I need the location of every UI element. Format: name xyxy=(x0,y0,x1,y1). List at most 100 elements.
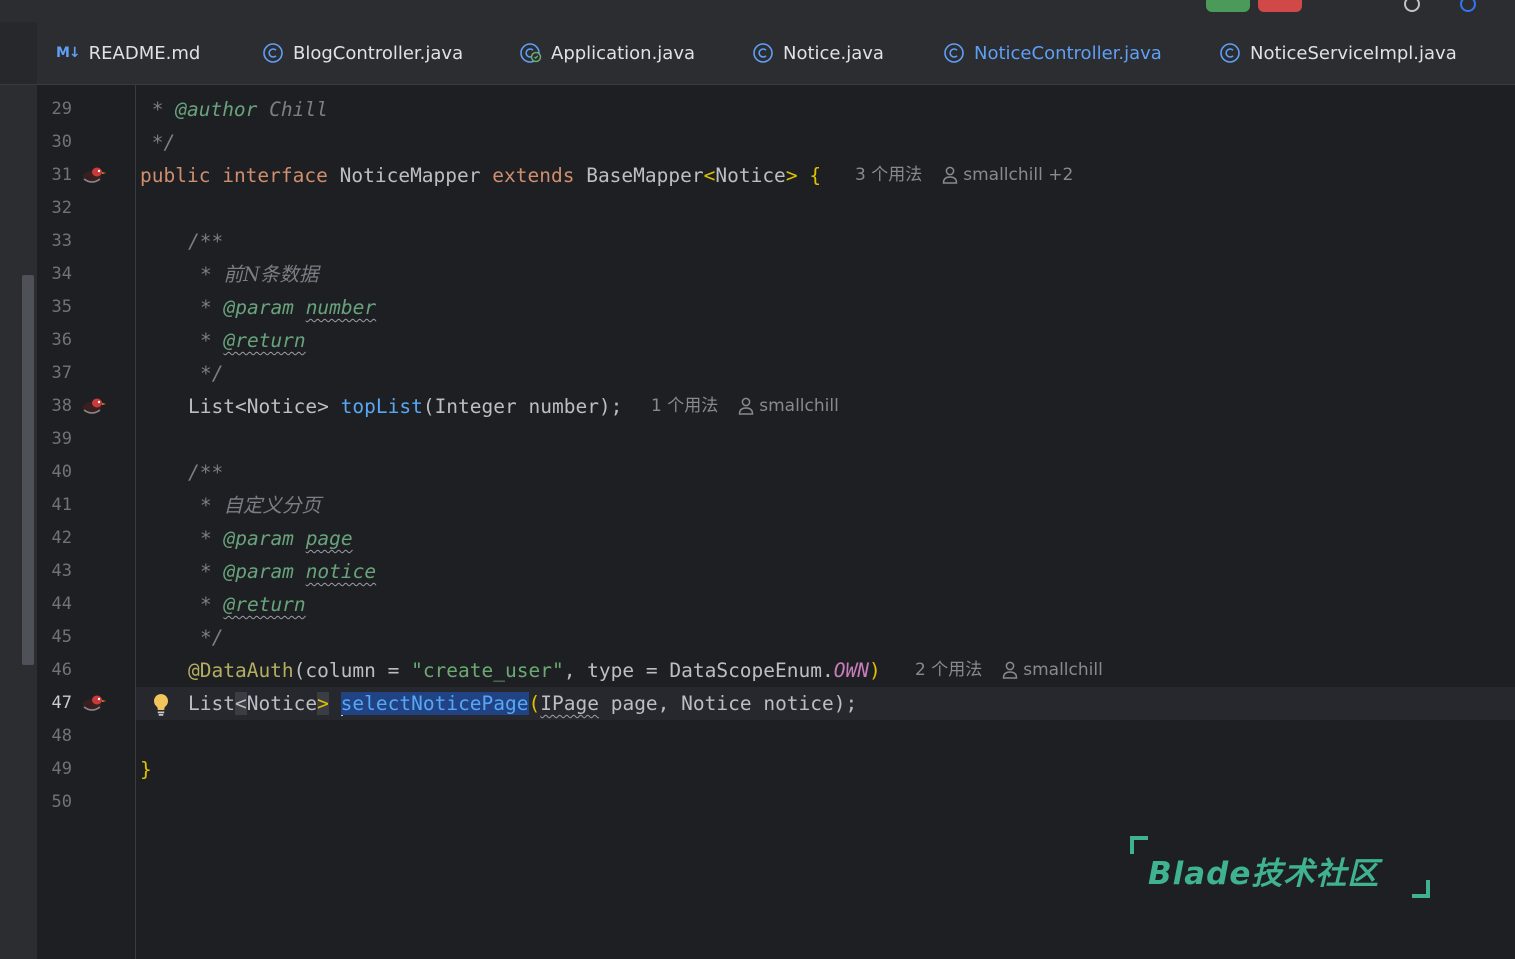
line-number: 45 xyxy=(51,627,72,647)
paren: ( xyxy=(528,692,541,715)
usage-hint[interactable]: 1 个用法 smallchill xyxy=(651,390,839,423)
tab-label: Notice.java xyxy=(783,42,884,64)
scrollbar-thumb[interactable] xyxy=(22,275,34,665)
line-number: 40 xyxy=(51,462,72,482)
javadoc-param-name: number xyxy=(305,296,377,319)
code-line-38[interactable]: List<Notice> topList(Integer number); xyxy=(188,390,622,423)
code-line-41[interactable]: * 自定义分页 xyxy=(200,489,321,522)
code-line-46[interactable]: @DataAuth(column = "create_user", type =… xyxy=(188,654,881,687)
markdown-icon: M↓ xyxy=(56,45,81,61)
usages-count[interactable]: 1 个用法 xyxy=(651,396,718,416)
code-line-49[interactable]: } xyxy=(140,753,152,786)
class-icon xyxy=(262,42,284,64)
code-line-45[interactable]: */ xyxy=(200,621,223,654)
annotation-args: (column = xyxy=(293,659,412,682)
line-number: 38 xyxy=(51,396,72,416)
code-line-40[interactable]: /** xyxy=(188,456,223,489)
line-number: 39 xyxy=(51,429,72,449)
mybatis-bird-icon[interactable] xyxy=(81,165,107,185)
person-icon xyxy=(1002,661,1018,679)
line-number: 36 xyxy=(51,330,72,350)
javadoc-param-name: page xyxy=(305,527,353,550)
code-line-43[interactable]: * @param notice xyxy=(200,555,376,588)
code-line-44[interactable]: * @return xyxy=(200,588,306,621)
usage-hint[interactable]: 3 个用法 smallchill +2 xyxy=(855,159,1073,192)
keyword: public xyxy=(140,164,211,187)
editor-tab-bar: M↓ README.md BlogController.java Applica… xyxy=(0,22,1515,104)
generic-bracket: > xyxy=(785,164,798,187)
usage-hint[interactable]: 2 个用法 smallchill xyxy=(915,654,1103,687)
line-number: 33 xyxy=(51,231,72,251)
generic-bracket: < xyxy=(703,164,716,187)
code-line-36[interactable]: * @return xyxy=(200,324,306,357)
code-line-29[interactable]: * @author Chill xyxy=(140,93,328,126)
left-tool-strip xyxy=(0,85,38,959)
tab-blog-controller[interactable]: BlogController.java xyxy=(262,22,463,84)
comment-text: * xyxy=(200,560,224,583)
param-type: IPage xyxy=(540,692,599,715)
author-name[interactable]: smallchill xyxy=(1023,660,1103,680)
author-name[interactable]: smallchill xyxy=(759,396,839,416)
type-name: Notice xyxy=(715,164,786,187)
comment-text: * xyxy=(200,527,224,550)
comment-text: * xyxy=(200,263,224,286)
javadoc-tag: @param xyxy=(223,296,294,319)
javadoc-param-name: notice xyxy=(305,560,377,583)
code-line-31[interactable]: public interface NoticeMapper extends Ba… xyxy=(140,159,821,192)
comment-text: Chill xyxy=(257,98,328,121)
line-number: 42 xyxy=(51,528,72,548)
lightbulb-icon[interactable] xyxy=(152,693,170,717)
comment-text: /** xyxy=(188,230,224,253)
code-line-37[interactable]: */ xyxy=(200,357,223,390)
code-line-30[interactable]: */ xyxy=(140,126,176,159)
comment-text: * xyxy=(200,593,224,616)
usages-count[interactable]: 2 个用法 xyxy=(915,660,982,680)
tab-application[interactable]: Application.java xyxy=(520,22,695,84)
run-config-icon[interactable] xyxy=(1206,0,1250,12)
tab-label: README.md xyxy=(88,42,201,64)
base-type: BaseMapper xyxy=(586,164,704,187)
tab-notice[interactable]: Notice.java xyxy=(752,22,884,84)
return-type: List<Notice> xyxy=(188,395,329,418)
code-editor[interactable]: * @author Chill */ public interface Noti… xyxy=(136,85,1515,959)
mybatis-bird-icon[interactable] xyxy=(81,693,107,713)
search-everywhere-icon[interactable] xyxy=(1404,0,1420,12)
generic-bracket-match: < xyxy=(234,692,247,715)
tab-bar-gutter xyxy=(0,22,37,84)
tab-readme[interactable]: M↓ README.md xyxy=(56,22,200,84)
account-icon[interactable] xyxy=(1460,0,1476,12)
line-number: 49 xyxy=(51,759,72,779)
spring-app-icon xyxy=(520,42,542,64)
comment-text: * xyxy=(140,98,176,121)
line-number-current: 47 xyxy=(51,693,72,713)
code-line-33[interactable]: /** xyxy=(188,225,223,258)
comment-text: */ xyxy=(200,362,224,385)
brace: } xyxy=(140,758,152,781)
code-line-34[interactable]: * 前N条数据 xyxy=(200,258,319,291)
line-number-gutter: 29 30 31 32 33 34 35 36 37 38 39 40 41 4… xyxy=(37,85,136,959)
method-params: page, Notice notice); xyxy=(598,692,858,715)
code-line-42[interactable]: * @param page xyxy=(200,522,353,555)
usages-count[interactable]: 3 个用法 xyxy=(855,165,922,185)
author-name[interactable]: smallchill +2 xyxy=(963,165,1073,185)
comment-text: * xyxy=(200,329,224,352)
stop-button[interactable] xyxy=(1258,0,1302,12)
code-line-47[interactable]: List<Notice> selectNoticePage(IPage page… xyxy=(188,687,857,720)
tab-notice-controller[interactable]: NoticeController.java xyxy=(943,22,1162,84)
tab-label: NoticeController.java xyxy=(974,42,1162,64)
line-number: 35 xyxy=(51,297,72,317)
code-line-35[interactable]: * @param number xyxy=(200,291,376,324)
class-icon xyxy=(1219,42,1241,64)
mybatis-bird-icon[interactable] xyxy=(81,396,107,416)
method-name: topList xyxy=(340,395,423,418)
bracket-corner xyxy=(1130,836,1148,854)
comment-text: */ xyxy=(140,131,176,154)
line-number: 32 xyxy=(51,198,72,218)
paren: ) xyxy=(868,659,881,682)
comment-text: /** xyxy=(188,461,224,484)
keyword: extends xyxy=(492,164,575,187)
tab-notice-service-impl[interactable]: NoticeServiceImpl.java xyxy=(1219,22,1457,84)
comment-text: 前N条数据 xyxy=(223,263,319,286)
tab-label: Application.java xyxy=(551,42,696,64)
tab-label: NoticeServiceImpl.java xyxy=(1250,42,1457,64)
